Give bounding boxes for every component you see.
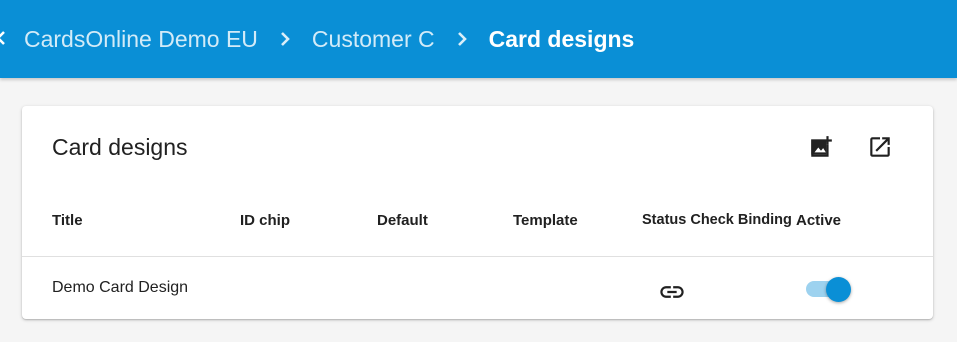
column-header-status-check-binding[interactable]: Status Check Binding (642, 212, 792, 228)
breadcrumb: CardsOnline Demo EU Customer C Card desi… (24, 0, 634, 78)
column-header-id-chip[interactable]: ID chip (240, 212, 290, 229)
status-check-binding-button[interactable] (658, 278, 686, 306)
active-toggle[interactable] (806, 274, 852, 304)
breadcrumb-item-customer[interactable]: Customer C (312, 26, 435, 53)
row-title: Demo Card Design (52, 279, 189, 296)
chevron-right-icon (452, 29, 472, 49)
chevron-right-icon (275, 29, 295, 49)
add-photo-icon (811, 136, 832, 157)
column-header-default[interactable]: Default (377, 212, 428, 229)
link-icon (660, 286, 684, 298)
toggle-thumb (826, 277, 851, 302)
add-card-design-button[interactable] (806, 132, 836, 162)
open-in-new-icon (870, 137, 890, 157)
column-header-title[interactable]: Title (52, 212, 83, 229)
card-designs-panel: Card designs Title ID chip Default Templ… (22, 106, 933, 319)
breadcrumb-item-current: Card designs (488, 25, 635, 52)
breadcrumb-item-organization[interactable]: CardsOnline Demo EU (24, 26, 258, 53)
page-title: Card designs (52, 134, 188, 160)
chevron-left-icon[interactable] (0, 30, 6, 46)
table-row[interactable]: Demo Card Design (22, 257, 933, 319)
app-header: CardsOnline Demo EU Customer C Card desi… (0, 0, 957, 78)
column-header-template[interactable]: Template (513, 212, 578, 229)
column-header-active[interactable]: Active (796, 212, 841, 229)
open-in-new-button[interactable] (865, 132, 895, 162)
